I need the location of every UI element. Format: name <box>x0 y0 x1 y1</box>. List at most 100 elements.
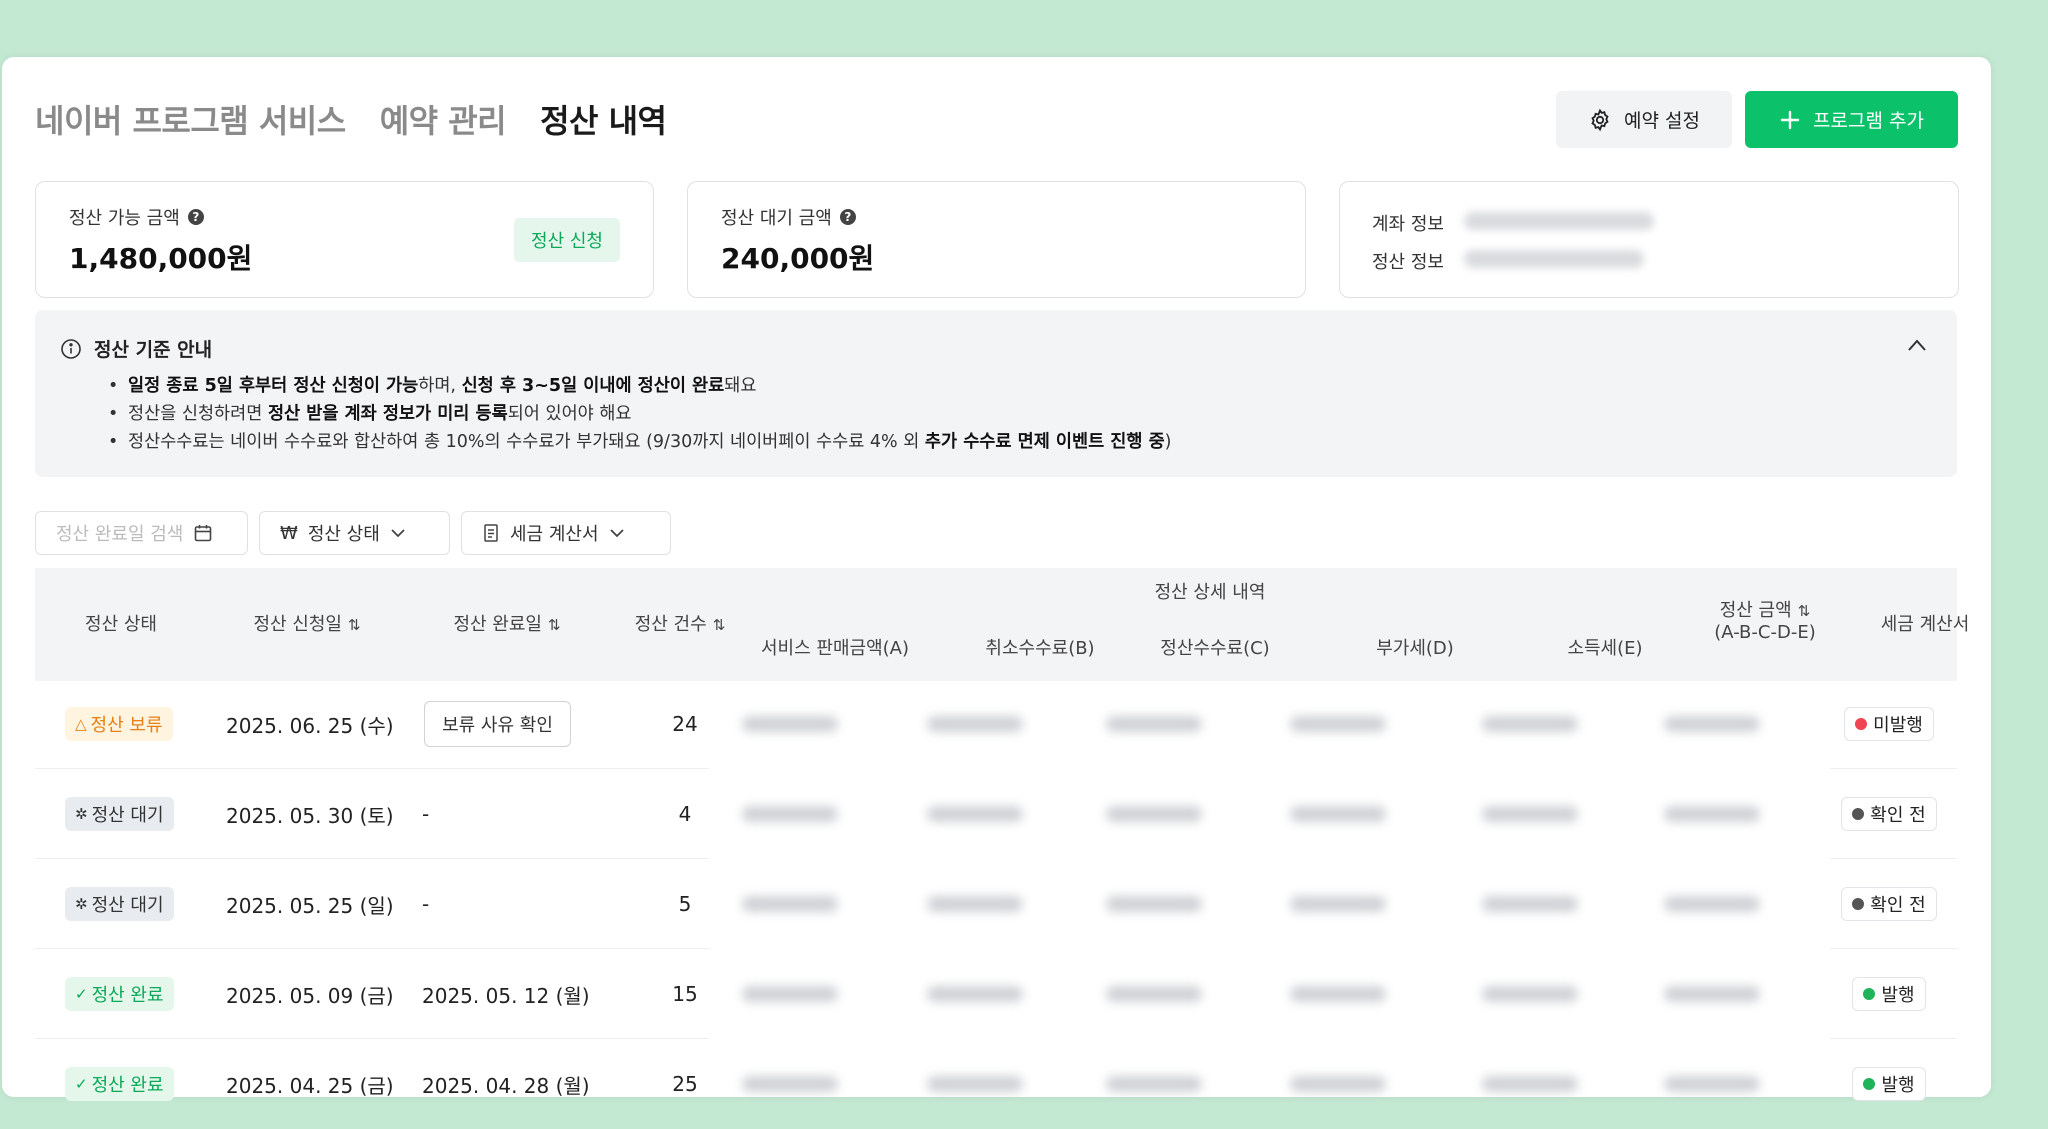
tax-invoice-badge[interactable]: 확인 전 <box>1841 797 1937 831</box>
blurred-amount <box>1664 806 1760 822</box>
blurred-amount <box>1106 806 1202 822</box>
notice-title: 정산 기준 안내 <box>94 339 213 361</box>
check-circle-icon: ✓ <box>75 1075 88 1093</box>
blurred-amount <box>1482 986 1578 1002</box>
blurred-amount <box>1290 896 1386 912</box>
header-request-date[interactable]: 정산 신청일 ⇅ <box>207 610 407 636</box>
account-info-label: 계좌 정보 <box>1372 214 1444 235</box>
add-program-button[interactable]: 프로그램 추가 <box>1745 91 1958 148</box>
status-dot-icon <box>1852 898 1865 910</box>
status-dot-icon <box>1852 808 1865 820</box>
reservation-settings-button[interactable]: 예약 설정 <box>1556 91 1732 148</box>
completion-date-search[interactable]: 정산 완료일 검색 <box>35 511 248 555</box>
blurred-amount <box>742 716 838 732</box>
header-vat: 부가세(D) <box>1376 638 1454 659</box>
request-date: 2025. 05. 25 (일) <box>226 893 394 918</box>
settlement-status-filter[interactable]: ₩ 정산 상태 <box>259 511 450 555</box>
settlement-notice: 정산 기준 안내 일정 종료 5일 후부터 정산 신청이 가능하며, 신청 후 … <box>35 310 1957 477</box>
status-dot-icon <box>1863 988 1876 1000</box>
request-date: 2025. 05. 30 (토) <box>226 803 394 828</box>
tax-invoice-badge[interactable]: 미발행 <box>1844 707 1934 741</box>
notice-item: 정산수수료는 네이버 수수료와 합산하여 총 10%의 수수료가 부가돼요 (9… <box>108 428 1172 456</box>
status-label: 정산 대기 <box>91 805 164 826</box>
blurred-amount <box>1482 806 1578 822</box>
tax-invoice-badge[interactable]: 확인 전 <box>1841 887 1937 921</box>
settlement-count: 4 <box>678 802 692 826</box>
status-dot-icon <box>1863 1078 1876 1090</box>
blurred-amount <box>927 1076 1023 1092</box>
blurred-amount <box>1290 806 1386 822</box>
blurred-amount <box>1664 716 1760 732</box>
tax-invoice-label: 확인 전 <box>1870 805 1926 826</box>
status-dot-icon <box>1855 718 1868 730</box>
status-badge: ✓ 정산 완료 <box>65 977 174 1011</box>
row-divider <box>1830 768 1957 769</box>
chevron-down-icon <box>391 529 405 538</box>
tab-settlement-history[interactable]: 정산 내역 <box>540 96 667 142</box>
row-divider <box>35 768 709 769</box>
complete-date: 2025. 05. 12 (월) <box>422 983 590 1008</box>
status-badge: ✲ 정산 대기 <box>65 797 174 831</box>
tax-invoice-badge[interactable]: 발행 <box>1852 977 1926 1011</box>
pending-amount-value: 240,000원 <box>721 242 875 275</box>
sort-icon: ⇅ <box>1797 602 1811 620</box>
settlement-count: 24 <box>672 712 698 736</box>
tax-invoice-filter[interactable]: 세금 계산서 <box>461 511 671 555</box>
header-status: 정산 상태 <box>85 614 157 635</box>
table-row[interactable]: △ 정산 보류 2025. 06. 25 (수) 보류 사유 확인 24 미발행 <box>35 679 1957 769</box>
help-icon[interactable]: ? <box>187 209 204 225</box>
table-row[interactable]: ✲ 정산 대기 2025. 05. 25 (일) - 5 확인 전 <box>35 859 1957 949</box>
available-amount-card: 정산 가능 금액 ? 1,480,000원 정산 신청 <box>35 181 654 298</box>
chevron-up-icon[interactable] <box>1907 338 1927 352</box>
blurred-amount <box>1482 1076 1578 1092</box>
header-complete-date[interactable]: 정산 완료일 ⇅ <box>407 610 607 636</box>
status-badge: △ 정산 보류 <box>65 707 173 741</box>
loading-icon: ✲ <box>75 805 88 823</box>
tab-naver-program-service[interactable]: 네이버 프로그램 서비스 <box>35 96 346 142</box>
receipt-icon <box>484 524 498 542</box>
calendar-icon <box>195 525 212 542</box>
complete-date: - <box>422 892 430 916</box>
table-row[interactable]: ✓ 정산 완료 2025. 05. 09 (금) 2025. 05. 12 (월) 15… <box>35 949 1957 1039</box>
blurred-amount <box>742 986 838 1002</box>
table-row[interactable]: ✲ 정산 대기 2025. 05. 30 (토) - 4 확인 전 <box>35 769 1957 859</box>
settlement-count: 5 <box>678 892 692 916</box>
status-label: 정산 완료 <box>91 985 164 1006</box>
request-date: 2025. 06. 25 (수) <box>226 713 394 738</box>
blurred-amount <box>742 1076 838 1092</box>
tax-invoice-filter-label: 세금 계산서 <box>510 524 599 545</box>
settlement-count: 15 <box>672 982 698 1006</box>
apply-settlement-button[interactable]: 정산 신청 <box>514 218 620 262</box>
blurred-amount <box>1106 716 1202 732</box>
status-label: 정산 대기 <box>91 895 164 916</box>
tax-invoice-label: 미발행 <box>1873 715 1923 736</box>
gear-icon <box>1591 108 1609 131</box>
row-divider <box>35 948 709 949</box>
tab-reservation-management[interactable]: 예약 관리 <box>380 96 507 142</box>
help-icon[interactable]: ? <box>839 209 856 225</box>
blurred-amount <box>742 806 838 822</box>
blurred-amount <box>1290 1076 1386 1092</box>
request-date: 2025. 05. 09 (금) <box>226 983 394 1008</box>
blurred-amount <box>927 806 1023 822</box>
available-amount-value: 1,480,000원 <box>69 242 253 275</box>
tax-invoice-label: 발행 <box>1881 985 1915 1006</box>
notice-item: 정산을 신청하려면 정산 받을 계좌 정보가 미리 등록되어 있어야 해요 <box>108 400 1172 428</box>
settlement-status-filter-label: 정산 상태 <box>307 524 380 545</box>
request-date: 2025. 04. 25 (금) <box>226 1073 394 1098</box>
blurred-amount <box>927 896 1023 912</box>
sort-icon: ⇅ <box>547 616 561 634</box>
status-label: 정산 완료 <box>91 1075 164 1096</box>
blurred-amount <box>1664 986 1760 1002</box>
table-row[interactable]: ✓ 정산 완료 2025. 04. 25 (금) 2025. 04. 28 (월) 25… <box>35 1039 1957 1129</box>
blurred-amount <box>1106 986 1202 1002</box>
tax-invoice-badge[interactable]: 발행 <box>1852 1067 1926 1101</box>
reservation-settings-label: 예약 설정 <box>1624 110 1700 132</box>
won-icon: ₩ <box>280 522 298 544</box>
header-sales: 서비스 판매금액(A) <box>761 638 909 659</box>
hold-reason-button[interactable]: 보류 사유 확인 <box>424 701 571 747</box>
blurred-amount <box>1664 896 1760 912</box>
header-count[interactable]: 정산 건수 ⇅ <box>595 610 765 636</box>
account-info-value <box>1464 212 1654 230</box>
blurred-amount <box>1482 716 1578 732</box>
